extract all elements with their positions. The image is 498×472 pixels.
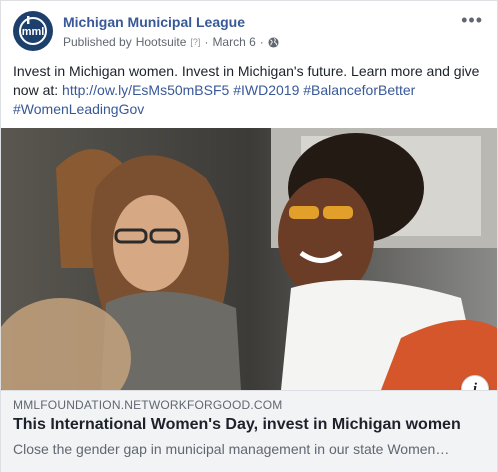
- post-header: mml Michigan Municipal League Published …: [13, 11, 483, 55]
- globe-icon[interactable]: [268, 36, 279, 48]
- post-text: Invest in Michigan women. Invest in Mich…: [13, 62, 483, 119]
- meta-separator-2: ·: [259, 35, 264, 49]
- post-date[interactable]: March 6: [212, 35, 255, 49]
- link-title[interactable]: This International Women's Day, invest i…: [13, 416, 461, 434]
- post-meta: Published by Hootsuite [?] · March 6 ·: [63, 35, 279, 49]
- post-link[interactable]: http://ow.ly/EsMs50mBSF5: [62, 82, 229, 98]
- publisher-info-marker[interactable]: [?]: [190, 37, 200, 47]
- page-avatar[interactable]: mml: [13, 11, 53, 51]
- link-domain: MMLFOUNDATION.NETWORKFORGOOD.COM: [13, 398, 283, 412]
- hashtag-iwd2019[interactable]: #IWD2019: [233, 82, 299, 98]
- mml-logo: mml: [14, 12, 52, 50]
- post-photo[interactable]: i: [1, 128, 497, 390]
- hashtag-balanceforbetter[interactable]: #BalanceforBetter: [303, 82, 415, 98]
- link-preview-card[interactable]: MMLFOUNDATION.NETWORKFORGOOD.COM This In…: [1, 390, 497, 472]
- link-description: Close the gender gap in municipal manage…: [13, 441, 450, 457]
- page-name[interactable]: Michigan Municipal League: [63, 14, 245, 30]
- publisher-link[interactable]: Hootsuite: [136, 35, 187, 49]
- women-at-meeting-photo: [1, 128, 497, 390]
- more-options-icon[interactable]: •••: [461, 11, 483, 29]
- svg-text:mml: mml: [22, 26, 45, 38]
- published-by-label: Published by: [63, 35, 132, 49]
- hashtag-womenleadinggov[interactable]: #WomenLeadingGov: [13, 101, 144, 117]
- meta-separator: ·: [204, 35, 209, 49]
- facebook-post: mml Michigan Municipal League Published …: [0, 0, 498, 472]
